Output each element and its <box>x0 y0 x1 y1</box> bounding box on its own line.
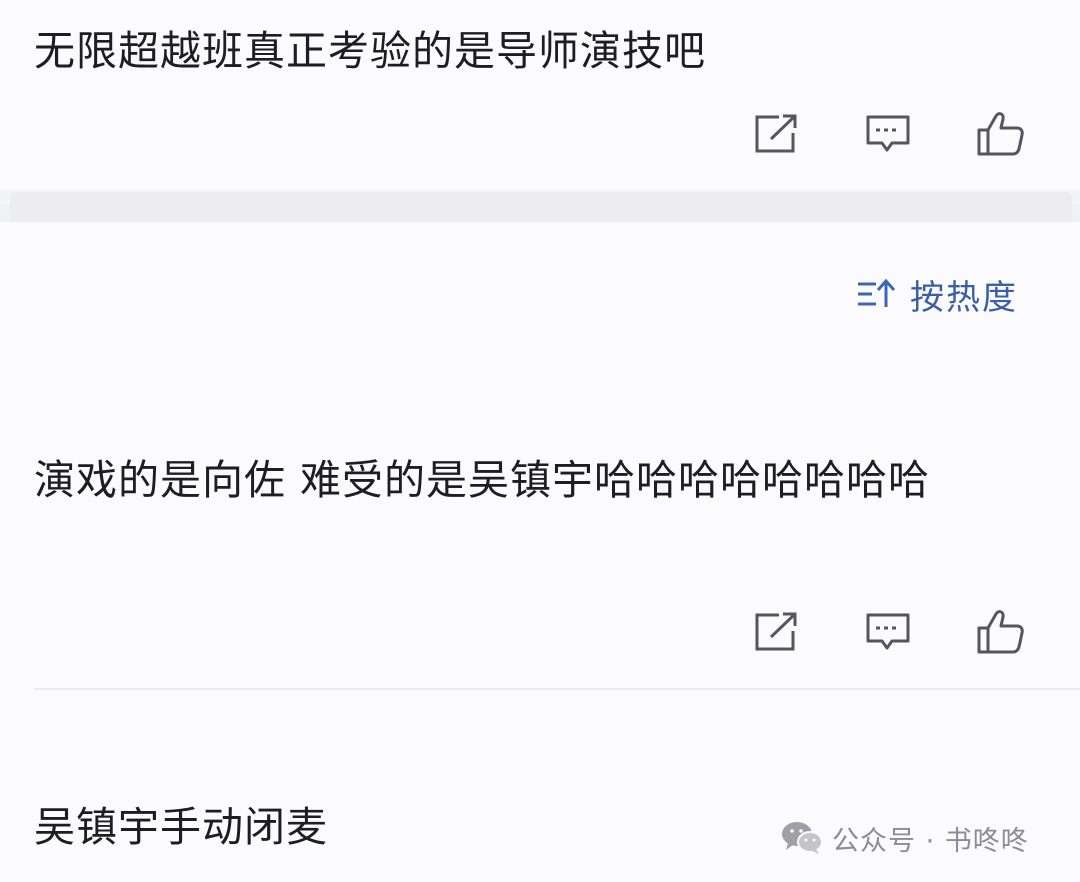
reply-icon <box>866 115 910 152</box>
comment-actions <box>750 108 1040 160</box>
like-button[interactable] <box>974 606 1026 658</box>
sort-label: 按热度 <box>910 277 1018 318</box>
reply-button[interactable] <box>862 606 914 658</box>
comment-feed: 无限超越班真正考验的是导师演技吧 按热度 演戏的是向佐 难受的是吴镇宇哈哈哈哈哈… <box>0 0 1080 882</box>
reply-icon <box>866 613 910 650</box>
reply-button[interactable] <box>862 108 914 160</box>
divider <box>34 688 1080 690</box>
watermark-text: 公众号 · 书咚咚 <box>832 825 1029 857</box>
like-icon <box>977 112 1024 156</box>
sort-by-hot-button[interactable]: 按热度 <box>856 270 1018 318</box>
share-button[interactable] <box>750 606 802 658</box>
section-separator <box>0 190 1080 222</box>
share-icon <box>755 612 797 651</box>
wechat-icon <box>782 822 823 854</box>
comment-actions <box>750 606 1040 658</box>
share-icon <box>755 114 797 153</box>
comment-text: 无限超越班真正考验的是导师演技吧 <box>34 27 706 75</box>
watermark: 公众号 · 书咚咚 <box>780 818 1029 858</box>
like-icon <box>977 610 1024 654</box>
sort-icon <box>858 278 896 307</box>
share-button[interactable] <box>750 108 802 160</box>
like-button[interactable] <box>974 108 1026 160</box>
comment-text: 吴镇宇手动闭麦 <box>34 803 328 851</box>
comment-text: 演戏的是向佐 难受的是吴镇宇哈哈哈哈哈哈哈哈 <box>34 456 931 504</box>
